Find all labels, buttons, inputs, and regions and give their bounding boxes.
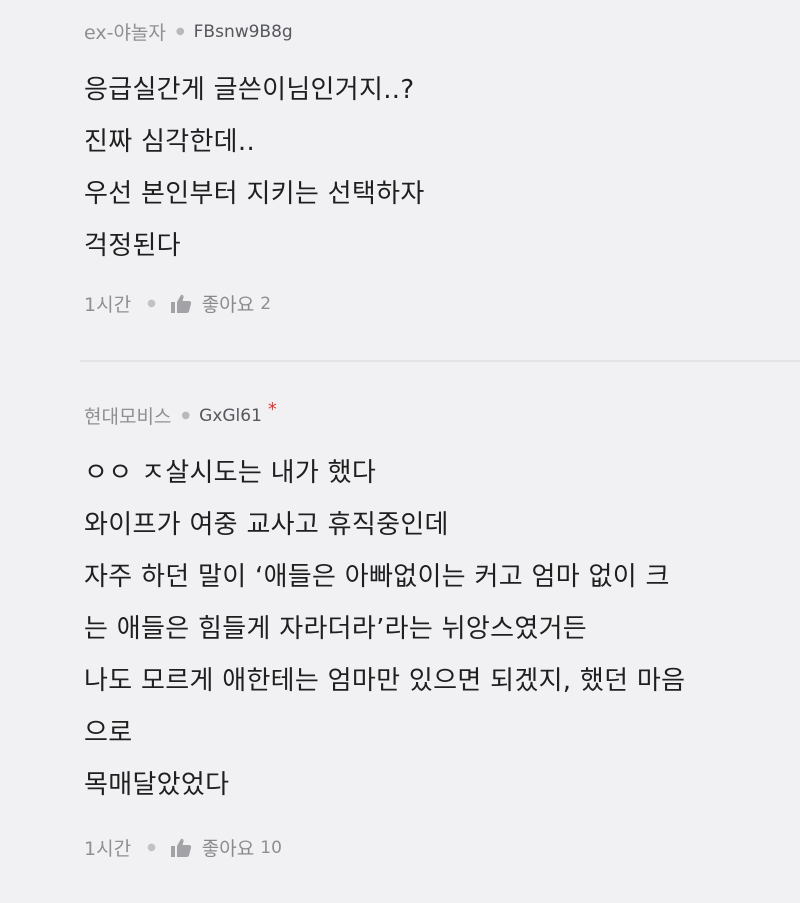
thumbs-up-icon	[170, 838, 191, 857]
separator-dot: ●	[175, 26, 185, 37]
comment-author-row: ex-야놀자 ● FBsnw9B8g	[84, 18, 293, 45]
like-label: 좋아요	[201, 294, 255, 316]
comment-body: 응급실간게 글쓴이님인거지..? 진짜 심각한데.. 우선 본인부터 지키는 선…	[84, 64, 770, 272]
comment-line: 는 애들은 힘들게 자라더라’라는 뉘앙스였거든	[84, 614, 588, 644]
author-id[interactable]: FBsnw9B8g	[194, 22, 293, 42]
comment-line: 자주 하던 말이 ‘애들은 아빠없이는 커고 엄마 없이 크	[84, 562, 670, 592]
comment-line: 와이프가 여중 교사고 휴직중인데	[84, 510, 449, 540]
author-badge: *	[267, 399, 277, 420]
author-id[interactable]: GxGl61	[199, 406, 262, 426]
author-company[interactable]: 현대모비스	[84, 402, 171, 429]
comment-line: 응급실간게 글쓴이님인거지..?	[84, 75, 415, 105]
comment-2: 현대모비스 ● GxGl61 * ㅇㅇ ㅈ살시도는 내가 했다 와이프가 여중 …	[0, 362, 800, 903]
comment-line: 으로	[84, 718, 133, 748]
like-button[interactable]: 좋아요 10	[170, 834, 282, 861]
comment-body: ㅇㅇ ㅈ살시도는 내가 했다 와이프가 여중 교사고 휴직중인데 자주 하던 말…	[84, 447, 770, 811]
separator-dot: ●	[147, 842, 156, 853]
like-button[interactable]: 좋아요 2	[170, 290, 271, 317]
like-count: 2	[260, 293, 272, 314]
like-count: 10	[260, 837, 282, 858]
comment-line: 진짜 심각한데..	[84, 127, 256, 157]
timestamp: 1시간	[84, 838, 132, 860]
comment-line: 목매달았었다	[84, 770, 230, 800]
comment-1: ex-야놀자 ● FBsnw9B8g 응급실간게 글쓴이님인거지..? 진짜 심…	[0, 0, 800, 360]
comment-line: 나도 모르게 애한테는 엄마만 있으면 되겠지, 했던 마음	[84, 666, 686, 696]
separator-dot: ●	[181, 410, 191, 421]
comment-meta: 1시간 ● 좋아요 10	[84, 834, 282, 861]
timestamp: 1시간	[84, 294, 132, 316]
comment-meta: 1시간 ● 좋아요 2	[84, 290, 271, 317]
thumbs-up-icon	[170, 294, 191, 313]
comment-line: ㅇㅇ ㅈ살시도는 내가 했다	[84, 458, 377, 488]
author-company[interactable]: ex-야놀자	[84, 18, 166, 45]
separator-dot: ●	[147, 298, 156, 309]
comment-author-row: 현대모비스 ● GxGl61 *	[84, 399, 277, 429]
comment-line: 우선 본인부터 지키는 선택하자	[84, 179, 425, 209]
like-label: 좋아요	[201, 838, 255, 860]
comment-line: 걱정된다	[84, 231, 181, 261]
